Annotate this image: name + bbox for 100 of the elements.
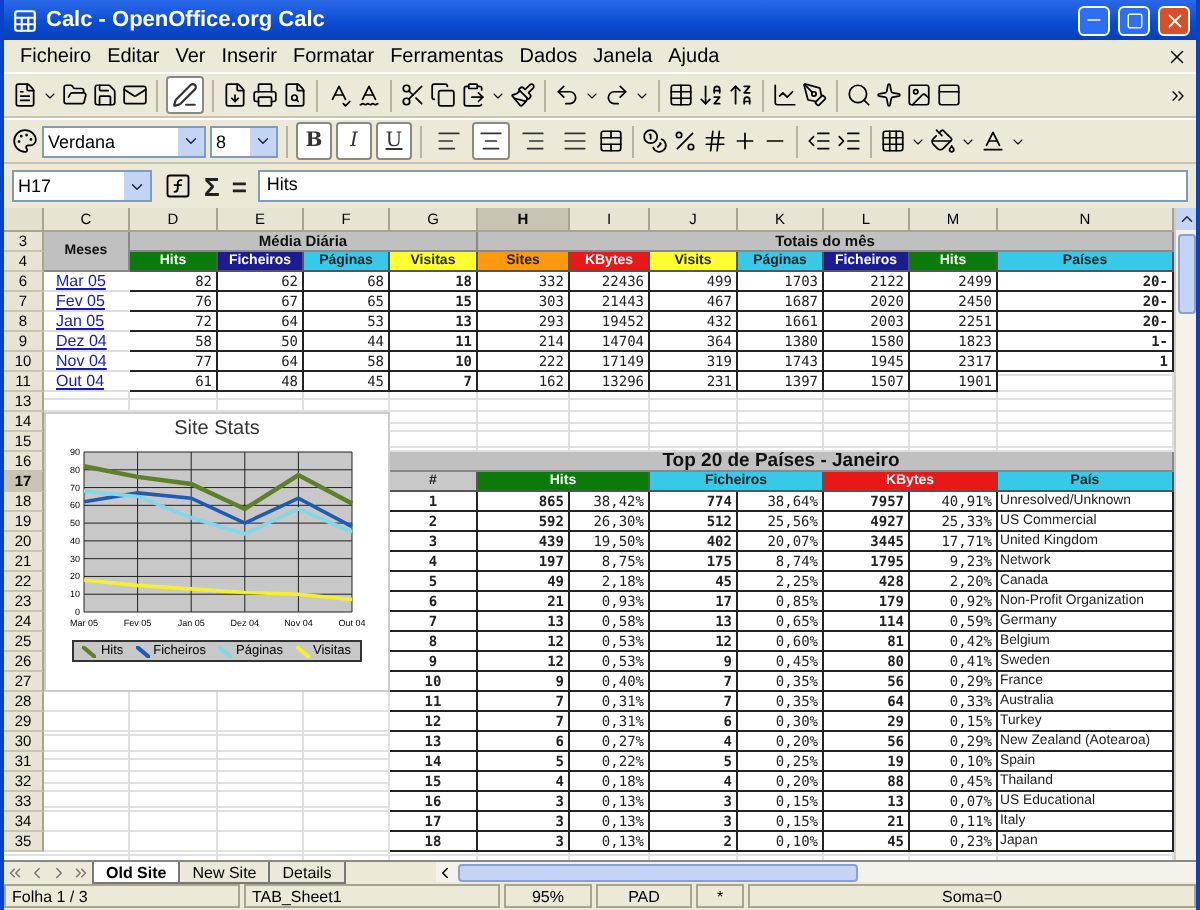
sum-icon[interactable]: Σ [204, 171, 220, 201]
align-justify-icon [562, 128, 588, 154]
overflow-icon[interactable] [1168, 85, 1188, 105]
caret-icon [182, 132, 200, 150]
vertical-scrollbar[interactable] [1174, 208, 1196, 860]
table-icon[interactable] [668, 82, 694, 108]
envelope-icon[interactable] [122, 82, 148, 108]
formula-icon[interactable]: = [231, 171, 247, 201]
chart-title: Site Stats [172, 418, 262, 440]
menu-item[interactable]: Ver [167, 45, 214, 67]
align-right-icon [520, 128, 546, 154]
chart-icon[interactable] [772, 82, 798, 108]
spellcheck-icon[interactable] [326, 82, 352, 108]
status-field: PAD [596, 884, 692, 908]
name-box[interactable]: H17 [12, 170, 152, 202]
page-preview-icon[interactable] [282, 82, 308, 108]
percent-icon[interactable] [672, 128, 698, 154]
horizontal-scrollbar[interactable] [436, 862, 1196, 882]
open-folder-icon[interactable] [62, 82, 88, 108]
chevron-up-icon [1177, 210, 1195, 228]
status-field: * [696, 884, 744, 908]
align-center-icon [478, 128, 504, 154]
search-icon[interactable] [846, 82, 872, 108]
currency-icon[interactable] [642, 128, 668, 154]
underline-button[interactable]: U [376, 122, 412, 160]
menu-item[interactable]: Ferramentas [382, 45, 512, 67]
new-document-icon[interactable] [12, 82, 38, 108]
paintbrush-icon[interactable] [510, 82, 536, 108]
close-icon [1163, 9, 1185, 31]
scroll-thumb[interactable] [458, 863, 858, 881]
panel-icon[interactable] [936, 82, 962, 108]
increase-indent-icon[interactable] [836, 128, 862, 154]
font-name-field[interactable]: Verdana [42, 125, 206, 157]
minimize-button[interactable] [1078, 5, 1110, 35]
align-left-icon [436, 128, 462, 154]
number-format-icon[interactable] [702, 128, 728, 154]
sort-descending-icon[interactable] [728, 82, 754, 108]
sheet-tab[interactable]: Old Site [92, 862, 181, 884]
sort-ascending-icon[interactable] [698, 82, 724, 108]
menu-item[interactable]: Inserir [213, 45, 286, 67]
italic-button[interactable]: I [336, 122, 372, 160]
double-chevron-right-icon [72, 863, 90, 881]
last-sheet-button[interactable] [70, 862, 92, 882]
font-color-icon[interactable] [980, 128, 1006, 154]
month-link[interactable]: Mar 05 [44, 272, 130, 292]
scroll-thumb[interactable] [1177, 234, 1195, 314]
font-size-field[interactable]: 8 [210, 125, 278, 157]
picture-icon[interactable] [906, 82, 932, 108]
align-center-button[interactable] [472, 122, 510, 160]
menu-item[interactable]: Ficheiro [12, 45, 100, 67]
sheet-tab[interactable]: Details [268, 862, 346, 884]
chevron-left-icon [28, 863, 46, 881]
function-wizard-icon[interactable] [164, 172, 192, 200]
formula-input-field[interactable]: Hits [258, 170, 1188, 202]
app-icon [12, 7, 38, 33]
close-button[interactable] [1158, 5, 1190, 35]
merge-cells-icon[interactable] [598, 128, 624, 154]
chevron-right-icon [50, 863, 68, 881]
copy-icon[interactable] [430, 82, 456, 108]
double-chevron-left-icon [6, 863, 24, 881]
scroll-left-icon[interactable] [436, 863, 454, 881]
pdf-export-icon[interactable] [222, 82, 248, 108]
decrease-indent-icon[interactable] [806, 128, 832, 154]
scroll-up-button[interactable] [1176, 208, 1196, 230]
styles-icon[interactable] [12, 128, 38, 154]
caret-icon [254, 132, 272, 150]
bold-button[interactable]: B [296, 122, 332, 160]
star-icon[interactable] [876, 82, 902, 108]
scissors-icon[interactable] [400, 82, 426, 108]
maximize-button[interactable] [1118, 5, 1150, 35]
pen-tool-icon[interactable] [802, 82, 828, 108]
legend-swatch-icon [135, 645, 150, 657]
month-link[interactable]: Jan 05 [44, 312, 130, 332]
edit-file-button[interactable] [166, 76, 204, 114]
save-icon[interactable] [92, 82, 118, 108]
borders-icon[interactable] [880, 128, 906, 154]
sheet-tab[interactable]: New Site [178, 862, 271, 884]
month-link[interactable]: Out 04 [44, 372, 130, 392]
status-field: TAB_Sheet1 [244, 884, 500, 908]
autospellcheck-icon[interactable] [356, 82, 382, 108]
close-document-icon[interactable] [1166, 45, 1188, 67]
legend-swatch-icon [218, 645, 233, 657]
printer-icon[interactable] [252, 82, 278, 108]
menu-item[interactable]: Janela [585, 45, 661, 67]
status-field: 95% [504, 884, 592, 908]
fill-bucket-icon[interactable] [930, 128, 956, 154]
legend-swatch-icon [82, 645, 97, 657]
menu-item[interactable]: Editar [99, 45, 168, 67]
redo-icon[interactable] [604, 82, 630, 108]
window-title: Calc - OpenOffice.org Calc [46, 8, 327, 32]
menu-item[interactable]: Ajuda [660, 45, 728, 67]
month-link[interactable]: Fev 05 [44, 292, 130, 312]
menu-item[interactable]: Dados [511, 45, 586, 67]
undo-icon[interactable] [554, 82, 580, 108]
pen-icon [172, 82, 198, 108]
status-field: Soma=0 [748, 884, 1196, 908]
paste-icon[interactable] [460, 82, 486, 108]
legend-swatch-icon [295, 645, 310, 657]
first-sheet-button[interactable] [4, 862, 26, 882]
menu-item[interactable]: Formatar [285, 45, 383, 67]
